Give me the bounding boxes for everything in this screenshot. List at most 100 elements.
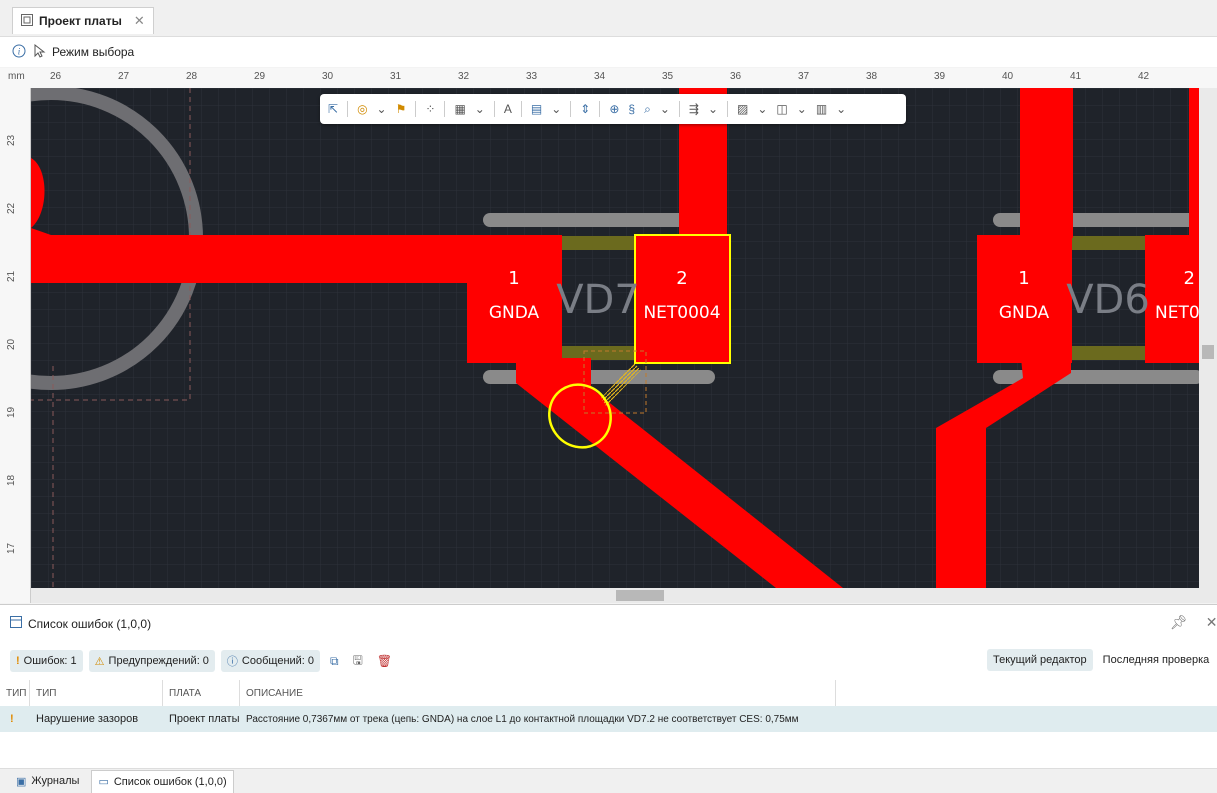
journal-icon: ▣ (16, 775, 27, 788)
list-icon: ▭ (98, 776, 109, 788)
courtyard (1071, 236, 1151, 250)
ruler-tick: 30 (322, 71, 334, 82)
pad-net: GNDA (999, 303, 1050, 323)
save-icon[interactable]: 🖫︎ (349, 651, 367, 672)
severity-icon: ! (10, 713, 14, 725)
errors-panel-header: Список ошибок (1,0,0) (10, 616, 151, 631)
table-tool-icon[interactable]: ▤ (531, 102, 542, 116)
ruler-tick: 39 (934, 71, 946, 82)
scroll-thumb[interactable] (616, 590, 664, 601)
ruler-tick: 32 (458, 71, 470, 82)
errors-panel-title: Список ошибок (1,0,0) (28, 616, 152, 631)
ruler-top: mm 26 27 28 29 30 31 32 33 34 35 36 37 3… (0, 68, 1217, 89)
board-icon (21, 13, 33, 29)
column-header[interactable]: ОПИСАНИЕ (240, 680, 836, 706)
current-editor-button[interactable]: Текущий редактор (987, 649, 1093, 671)
chevron-down-icon[interactable]: ⌄ (708, 102, 718, 116)
ruler-tick: 42 (1138, 71, 1150, 82)
last-check-button[interactable]: Последняя проверка (1097, 649, 1216, 671)
pad-vd7-2[interactable] (634, 234, 731, 364)
courtyard (561, 236, 641, 250)
pad-net: GNDA (489, 303, 540, 323)
copper-trace[interactable] (1020, 88, 1073, 238)
ruler-tick: 41 (1070, 71, 1082, 82)
pad-tool-icon[interactable]: ⚑ (396, 102, 407, 116)
table-header: ТИП ТИП ПЛАТА ОПИСАНИЕ (0, 680, 1217, 707)
ruler-tick: 18 (6, 474, 17, 486)
close-icon[interactable]: ✕ (1206, 614, 1217, 631)
fill-tool-icon[interactable]: ▨ (737, 102, 748, 116)
view-toggle: Текущий редактор Последняя проверка (987, 649, 1215, 671)
column-header[interactable]: ТИП (0, 680, 30, 706)
ruler-tick: 22 (6, 202, 17, 214)
document-tab-strip (0, 0, 1217, 37)
crosshair-tool-icon[interactable]: ⊕ (609, 102, 619, 116)
filter-bar: ! Ошибок: 1 ⚠ Предупреждений: 0 ⓘ Сообще… (10, 649, 396, 673)
ruler-tick: 26 (50, 71, 62, 82)
pin-icon[interactable]: 📌︎ (1170, 614, 1188, 631)
align-tool-icon[interactable]: ⇕ (580, 102, 590, 116)
bottom-tabs: ▣ Журналы ▭ Список ошибок (1,0,0) (0, 768, 1217, 793)
chevron-down-icon[interactable]: ⌄ (797, 102, 807, 116)
tree-icon[interactable]: ⧉ (326, 654, 343, 669)
chevron-down-icon[interactable]: ⌄ (660, 102, 670, 116)
scroll-thumb[interactable] (1202, 345, 1214, 359)
chevron-down-icon[interactable]: ⌄ (377, 102, 387, 116)
chevron-down-icon[interactable]: ⌄ (475, 102, 485, 116)
grid-tool-icon[interactable]: ▦ (454, 102, 465, 116)
tab-title: Проект платы (39, 14, 122, 28)
chip-tool-icon[interactable]: ▥ (816, 102, 827, 116)
ruler-tick: 29 (254, 71, 266, 82)
chevron-down-icon[interactable]: ⌄ (757, 102, 767, 116)
ruler-tick: 27 (118, 71, 130, 82)
floating-toolbar: ⇱ ◎ ⌄ ⚑ ⁘ ▦ ⌄ A ▤ ⌄ ⇕ ⊕ § ⌕ ⌄ ⇶ ⌄ ▨ ⌄ ◫ ⌄ ▥ ⌄ (320, 94, 906, 124)
route-tool-icon[interactable]: ◎ (357, 102, 367, 116)
warnings-filter-button[interactable]: ⚠ Предупреждений: 0 (88, 650, 215, 672)
row-type: Нарушение зазоров (36, 713, 139, 725)
mode-label[interactable]: Режим выбора (52, 45, 134, 59)
ruler-tick: 38 (866, 71, 878, 82)
tab-board-project[interactable]: Проект платы ✕ (12, 7, 154, 34)
close-icon[interactable]: ✕ (134, 13, 145, 29)
pad-net: NET0 (1155, 303, 1199, 323)
horizontal-scrollbar[interactable] (31, 588, 1199, 603)
pad-number: 2 (1184, 268, 1195, 289)
delete-icon[interactable]: 🗑︎ (373, 654, 396, 668)
component-ref: VD7 (556, 277, 640, 323)
pcb-canvas[interactable]: 1 GNDA VD7 2 NET0004 1 GNDA VD6 2 NET0 (31, 88, 1199, 588)
ruler-tick: 33 (526, 71, 538, 82)
ruler-tick: 36 (730, 71, 742, 82)
component-tool-icon[interactable]: ◫ (776, 102, 787, 116)
tab-errors[interactable]: ▭ Список ошибок (1,0,0) (91, 769, 234, 793)
select-cursor-icon (32, 43, 46, 61)
ruler-left: 23 22 21 20 19 18 17 (0, 88, 31, 603)
chevron-down-icon[interactable]: ⌄ (836, 102, 846, 116)
ruler-tick: 20 (6, 338, 17, 350)
select-tool-icon[interactable]: ⇱ (328, 102, 338, 116)
vertical-scrollbar[interactable] (1199, 88, 1217, 603)
table-row[interactable]: ! Нарушение зазоров Проект платы Расстоя… (0, 706, 1217, 732)
column-header[interactable]: ТИП (30, 680, 163, 706)
messages-filter-button[interactable]: ⓘ Сообщений: 0 (220, 650, 321, 672)
diff-pair-tool-icon[interactable]: § (628, 102, 635, 116)
courtyard (561, 346, 641, 360)
error-icon: ! (16, 655, 20, 667)
copper-trace[interactable] (31, 235, 531, 283)
via-tool-icon[interactable]: ⁘ (425, 102, 435, 116)
text-tool-icon[interactable]: A (504, 102, 512, 116)
chevron-down-icon[interactable]: ⌄ (551, 102, 561, 116)
pad-vd6-2[interactable] (1145, 235, 1199, 363)
ruler-tick: 31 (390, 71, 402, 82)
probe-tool-icon[interactable]: ⌕ (644, 102, 651, 117)
pad-vd6-1[interactable] (977, 235, 1072, 363)
fanout-tool-icon[interactable]: ⇶ (689, 102, 699, 116)
info-icon[interactable]: i (12, 44, 26, 61)
ruler-tick: 34 (594, 71, 606, 82)
panel-controls: 📌︎ ✕ (1170, 614, 1217, 631)
copper-trace[interactable] (1189, 88, 1199, 238)
ruler-tick: 40 (1002, 71, 1014, 82)
errors-filter-button[interactable]: ! Ошибок: 1 (10, 650, 83, 672)
column-header[interactable]: ПЛАТА (163, 680, 240, 706)
tab-journals[interactable]: ▣ Журналы (10, 770, 85, 792)
pad-vd7-1[interactable] (467, 235, 562, 363)
